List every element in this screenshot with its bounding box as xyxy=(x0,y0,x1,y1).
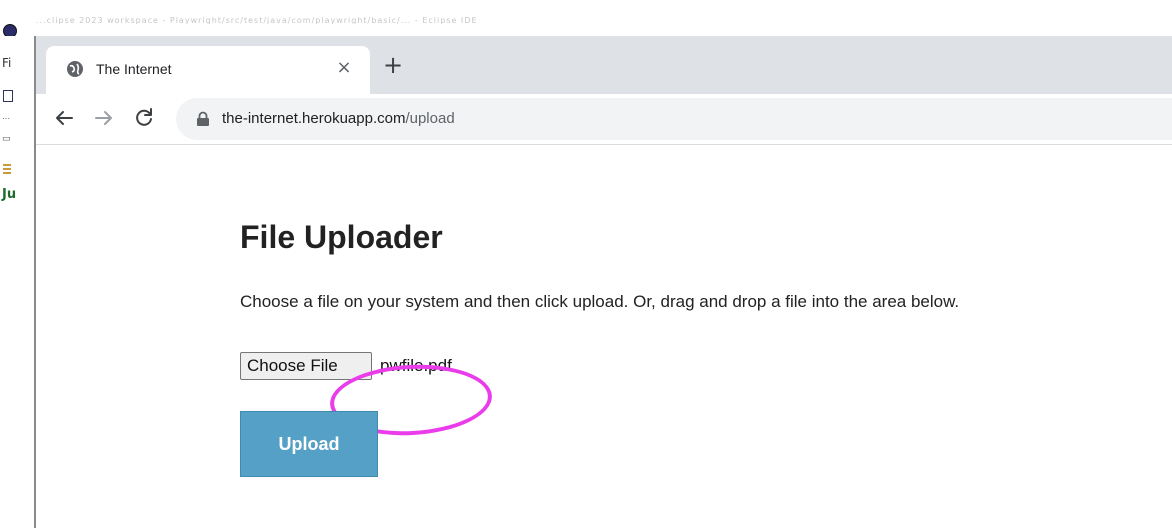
new-tab-button[interactable]: + xyxy=(380,52,406,78)
ide-dots-icon: ⋯ xyxy=(2,114,10,123)
instructions-text: Choose a file on your system and then cl… xyxy=(240,292,960,311)
browser-window: The Internet × + the-internet.herokuapp.… xyxy=(36,36,1172,528)
screenshot-frame: ...clipse 2023 workspace - Playwright/sr… xyxy=(0,0,1172,528)
ide-title-bar: ...clipse 2023 workspace - Playwright/sr… xyxy=(0,0,1172,38)
url-text[interactable]: the-internet.herokuapp.com/upload xyxy=(222,110,455,128)
ide-package-icon[interactable]: ▭ xyxy=(2,132,11,146)
address-bar[interactable]: the-internet.herokuapp.com/upload xyxy=(176,98,1172,140)
ide-junit-tab[interactable]: Ju xyxy=(2,188,16,202)
ide-left-panel: Fi ⋯ ▭ Ju xyxy=(0,36,36,528)
lock-icon[interactable] xyxy=(196,111,210,127)
reload-icon[interactable] xyxy=(130,104,158,132)
tab-strip: The Internet × + xyxy=(36,36,1172,94)
globe-icon xyxy=(67,61,83,77)
arrow-right-icon[interactable] xyxy=(90,104,118,132)
ide-window-title: ...clipse 2023 workspace - Playwright/sr… xyxy=(36,16,478,24)
selected-file-name: pwfile.pdf xyxy=(380,356,452,375)
choose-file-button[interactable]: Choose File xyxy=(240,352,372,380)
url-host: the-internet.herokuapp.com xyxy=(222,110,406,127)
ide-document-icon[interactable] xyxy=(3,90,13,102)
close-tab-icon[interactable]: × xyxy=(334,58,354,78)
page-content: File Uploader Choose a file on your syst… xyxy=(36,145,1172,528)
arrow-left-icon[interactable] xyxy=(50,104,78,132)
url-path: /upload xyxy=(405,110,455,127)
page-title: File Uploader xyxy=(240,219,443,255)
tab-the-internet[interactable]: The Internet × xyxy=(46,46,370,94)
ide-outline-icon[interactable] xyxy=(3,164,11,174)
browser-toolbar: the-internet.herokuapp.com/upload xyxy=(36,94,1172,145)
upload-button[interactable]: Upload xyxy=(240,411,378,477)
ide-menu-file[interactable]: Fi xyxy=(2,56,11,70)
tab-title: The Internet xyxy=(96,61,172,77)
